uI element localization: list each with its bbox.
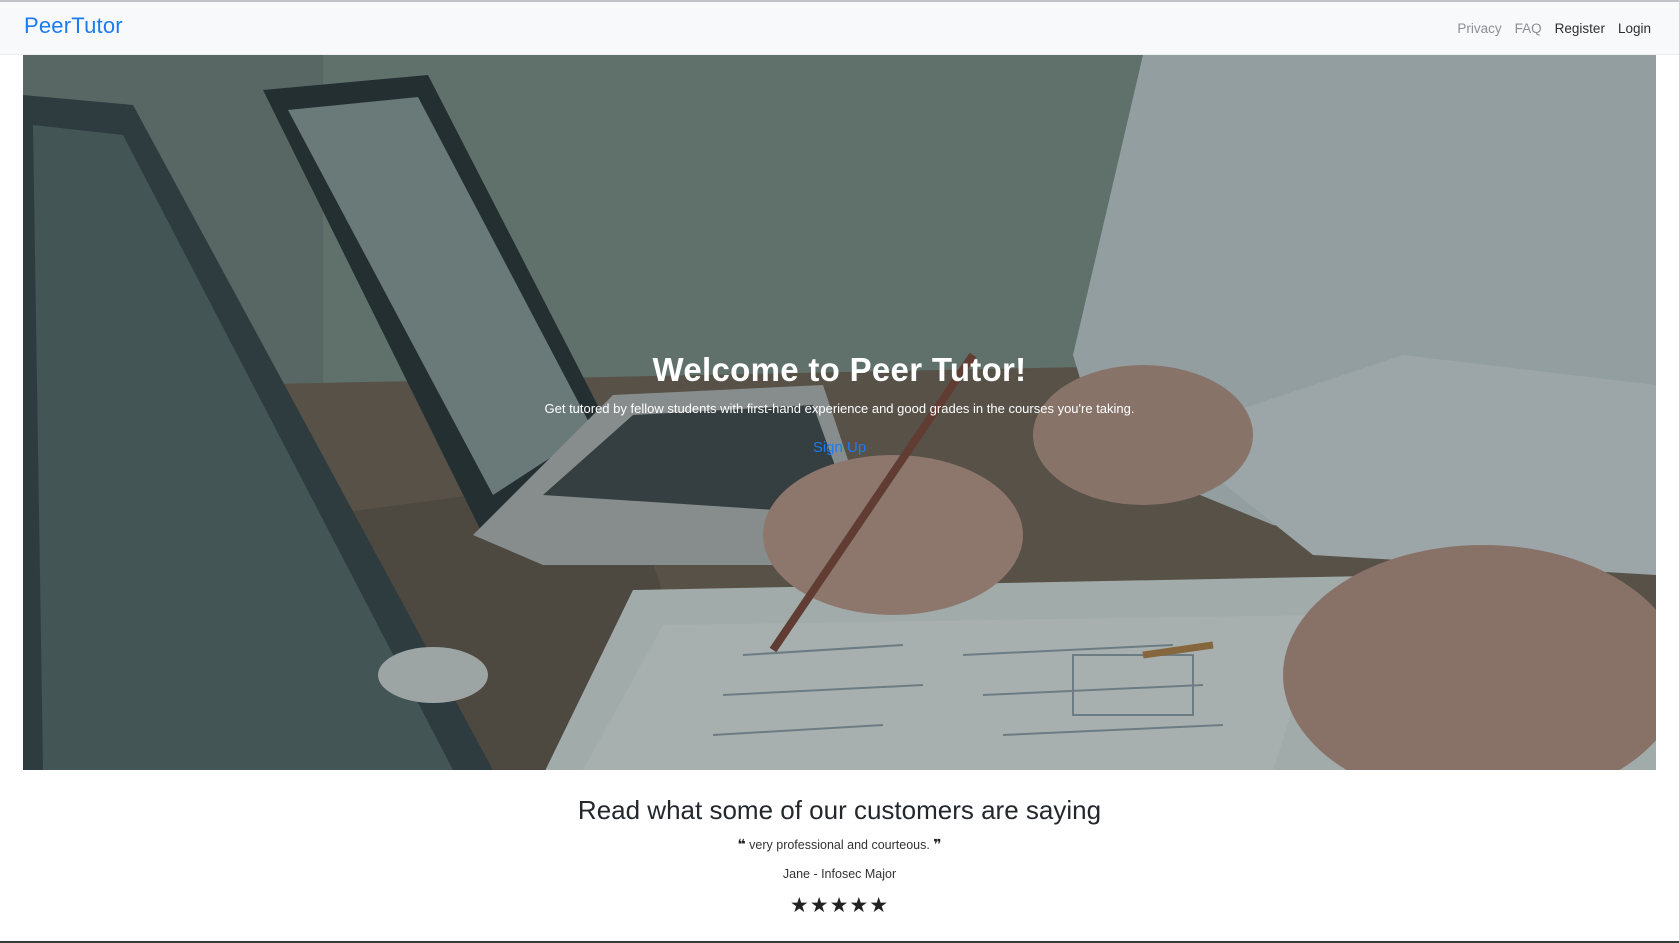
- testimonial-author: Jane - Infosec Major: [782, 867, 897, 881]
- hero-title: Welcome to Peer Tutor!: [652, 351, 1027, 388]
- hero-banner: Welcome to Peer Tutor! Get tutored by fe…: [23, 55, 1656, 770]
- nav-login-link[interactable]: Login: [1618, 21, 1651, 36]
- nav-privacy-link[interactable]: Privacy: [1457, 21, 1501, 36]
- hero-subtitle: Get tutored by fellow students with firs…: [544, 401, 1135, 416]
- quote-open-icon: ❝: [737, 836, 746, 852]
- hero-content: Welcome to Peer Tutor! Get tutored by fe…: [23, 351, 1656, 457]
- testimonials-section: Read what some of our customers are sayi…: [0, 795, 1679, 918]
- navbar: PeerTutor Privacy FAQ Register Login: [0, 2, 1679, 55]
- nav-links: Privacy FAQ Register Login: [1457, 21, 1651, 36]
- nav-faq-link[interactable]: FAQ: [1515, 21, 1542, 36]
- brand-logo[interactable]: PeerTutor: [24, 13, 123, 39]
- testimonial-text: very professional and courteous.: [749, 838, 930, 852]
- quote-close-icon: ❞: [933, 836, 942, 852]
- testimonial-quote: ❝ very professional and courteous. ❞: [0, 836, 1679, 853]
- nav-register-link[interactable]: Register: [1555, 21, 1605, 36]
- sign-up-link[interactable]: Sign Up: [813, 439, 866, 456]
- testimonials-heading: Read what some of our customers are sayi…: [577, 795, 1102, 825]
- star-rating-icon: ★★★★★: [789, 894, 890, 917]
